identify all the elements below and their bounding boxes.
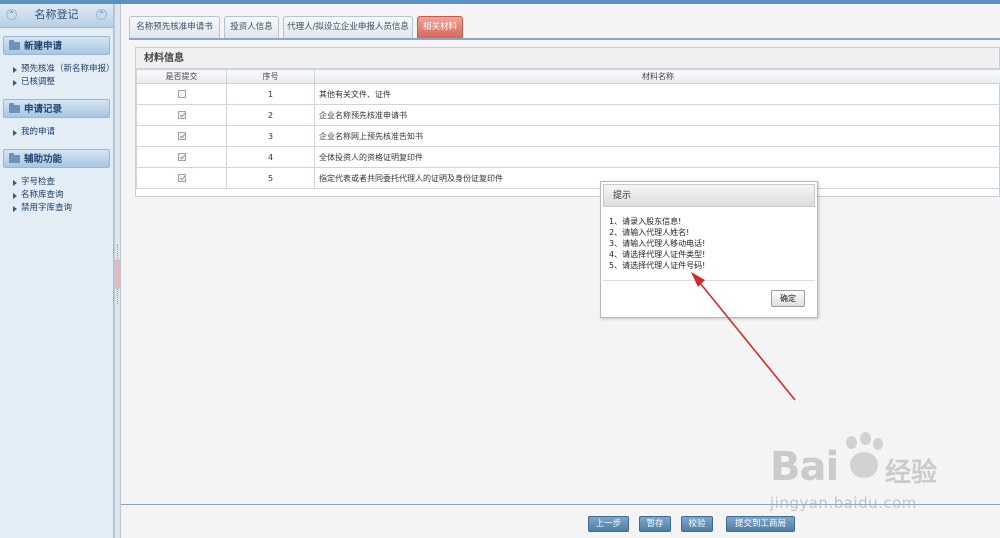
arrow-shaft	[699, 282, 796, 401]
watermark-brand: Bai	[770, 444, 839, 490]
paw-logo-toe	[860, 432, 871, 445]
paw-logo-toe	[846, 436, 857, 449]
watermark-brand-cn: 经验	[885, 458, 938, 488]
watermark-url: jingyan.baidu.com	[770, 494, 917, 512]
paw-logo-pad	[850, 452, 878, 478]
arrow-head	[691, 272, 705, 287]
paw-logo-toe	[873, 438, 883, 450]
baidu-watermark: Bai 经验 jingyan.baidu.com	[762, 430, 992, 520]
